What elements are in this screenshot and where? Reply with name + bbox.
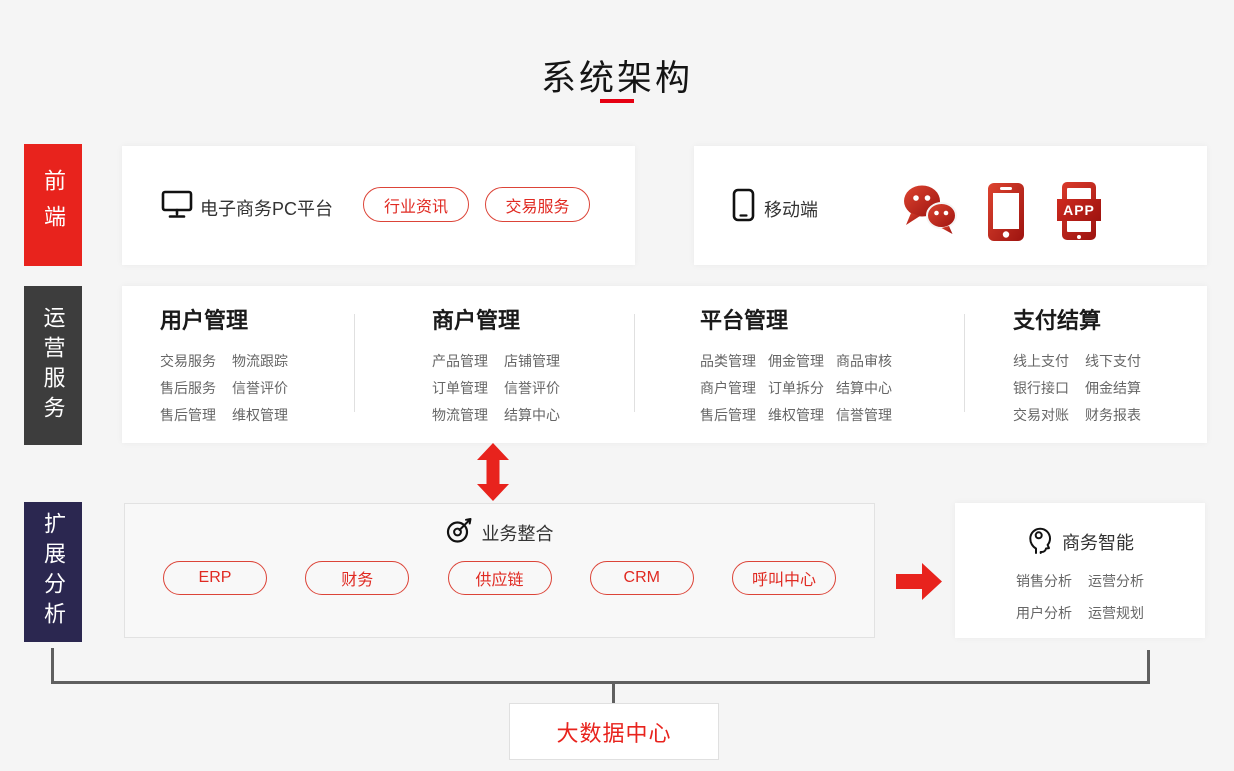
finance-button[interactable]: 财务 [305, 561, 409, 595]
section-title: 支付结算 [1013, 303, 1141, 335]
monitor-icon [161, 190, 193, 224]
big-data-center-node: 大数据中心 [509, 703, 719, 760]
smartphone-icon [988, 183, 1024, 246]
erp-button[interactable]: ERP [163, 561, 267, 595]
business-intelligence-card: 商务智能 销售分析 运营分析 用户分析 运营规划 [955, 503, 1205, 638]
service-item: 物流管理 [432, 402, 488, 429]
call-center-button[interactable]: 呼叫中心 [732, 561, 836, 595]
title-underline [600, 99, 634, 103]
trade-service-button[interactable]: 交易服务 [485, 187, 590, 222]
rail-expansion-label: 扩展分析 [36, 512, 70, 632]
rail-expansion-analysis: 扩展分析 [24, 502, 82, 642]
right-arrow-icon [896, 563, 942, 605]
section-payment-settlement: 支付结算 线上支付线下支付 银行接口佣金结算 交易对账财务报表 [1013, 303, 1141, 429]
phone-outline-icon [732, 188, 755, 227]
bi-item: 用户分析 [1016, 603, 1072, 623]
pc-platform-card: 电子商务PC平台 行业资讯 交易服务 [122, 146, 635, 265]
rail-operation-label: 运营服务 [35, 306, 72, 426]
service-item: 交易服务 [160, 348, 216, 375]
bi-item: 运营分析 [1088, 571, 1144, 591]
rail-frontend: 前端 [24, 144, 82, 266]
section-platform-management: 平台管理 品类管理佣金管理商品审核 商户管理订单拆分结算中心 售后管理维权管理信… [700, 303, 892, 429]
integration-title: 业务整合 [482, 520, 554, 546]
service-item: 维权管理 [768, 402, 824, 429]
section-title: 用户管理 [160, 303, 288, 335]
service-item: 产品管理 [432, 348, 488, 375]
service-item: 品类管理 [700, 348, 756, 375]
bi-title: 商务智能 [1062, 529, 1134, 555]
operation-services-card: 用户管理 交易服务物流跟踪 售后服务信誉评价 售后管理维权管理 商户管理 产品管… [122, 286, 1207, 443]
service-item: 物流跟踪 [232, 348, 288, 375]
supply-chain-button[interactable]: 供应链 [448, 561, 552, 595]
updown-arrow-icon [474, 443, 512, 506]
mobile-card: 移动端 [694, 146, 1207, 265]
section-merchant-management: 商户管理 产品管理店铺管理 订单管理信誉评价 物流管理结算中心 [432, 303, 560, 429]
mobile-label: 移动端 [764, 196, 818, 222]
service-item: 结算中心 [836, 375, 892, 402]
crm-button[interactable]: CRM [590, 561, 694, 595]
rail-operation-services: 运营服务 [24, 286, 82, 445]
service-item: 结算中心 [504, 402, 560, 429]
bi-item: 运营规划 [1088, 603, 1144, 623]
connector-left-vertical [51, 648, 54, 682]
service-item: 佣金管理 [768, 348, 824, 375]
service-item: 信誉评价 [232, 375, 288, 402]
business-integration-card: 业务整合 ERP 财务 供应链 CRM 呼叫中心 [124, 503, 875, 638]
section-title: 平台管理 [700, 303, 892, 335]
head-idea-icon [1026, 525, 1053, 559]
service-item: 售后管理 [160, 402, 216, 429]
service-item: 订单拆分 [768, 375, 824, 402]
service-item: 订单管理 [432, 375, 488, 402]
target-icon [446, 517, 473, 549]
service-item: 维权管理 [232, 402, 288, 429]
app-icon-badge: APP [1057, 199, 1101, 221]
service-item: 商户管理 [700, 375, 756, 402]
service-item: 财务报表 [1085, 402, 1141, 429]
wechat-icon [900, 182, 960, 243]
service-item: 佣金结算 [1085, 375, 1141, 402]
service-item: 线下支付 [1085, 348, 1141, 375]
section-divider [354, 314, 355, 412]
section-title: 商户管理 [432, 303, 560, 335]
service-item: 银行接口 [1013, 375, 1069, 402]
architecture-diagram: 系统架构 前端 运营服务 扩展分析 电子商务PC平台 行业资讯 交易服务 移动端 [0, 0, 1234, 771]
service-item: 售后服务 [160, 375, 216, 402]
big-data-center-label: 大数据中心 [556, 716, 671, 748]
service-item: 线上支付 [1013, 348, 1069, 375]
app-icon-home-dot [1077, 235, 1081, 239]
service-item: 售后管理 [700, 402, 756, 429]
service-item: 交易对账 [1013, 402, 1069, 429]
section-divider [964, 314, 965, 412]
service-item: 店铺管理 [504, 348, 560, 375]
service-item: 信誉评价 [504, 375, 560, 402]
connector-right-vertical [1147, 650, 1150, 682]
connector-center-vertical [612, 683, 615, 703]
pc-platform-label: 电子商务PC平台 [200, 195, 333, 221]
section-user-management: 用户管理 交易服务物流跟踪 售后服务信誉评价 售后管理维权管理 [160, 303, 288, 429]
rail-frontend-label: 前端 [24, 169, 82, 241]
section-divider [634, 314, 635, 412]
service-item: 商品审核 [836, 348, 892, 375]
bi-item: 销售分析 [1016, 571, 1072, 591]
page-title: 系统架构 [0, 50, 1234, 101]
industry-news-button[interactable]: 行业资讯 [363, 187, 469, 222]
connector-horizontal [51, 681, 1150, 684]
service-item: 信誉管理 [836, 402, 892, 429]
